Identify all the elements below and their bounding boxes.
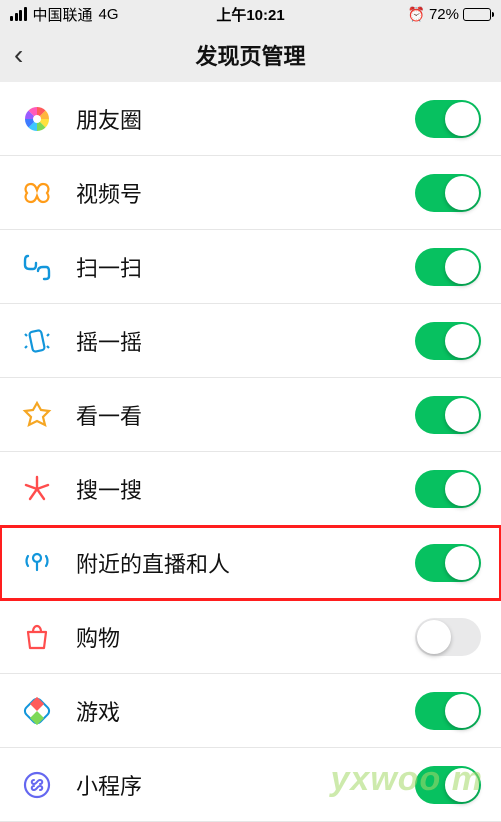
games-icon xyxy=(20,694,54,728)
row-label: 搜一搜 xyxy=(76,473,415,505)
search-icon xyxy=(20,472,54,506)
channels-icon xyxy=(20,176,54,210)
toggle-games[interactable] xyxy=(415,692,481,730)
toggle-scan[interactable] xyxy=(415,248,481,286)
page-title: 发现页管理 xyxy=(195,39,305,71)
status-bar: 中国联通 4G 上午10:21 ⏰ 72% xyxy=(0,0,501,28)
row-label: 朋友圈 xyxy=(76,103,415,135)
clock: 上午10:21 xyxy=(216,4,284,25)
toggle-shopping[interactable] xyxy=(415,618,481,656)
moments-icon xyxy=(20,102,54,136)
row-shopping: 购物 xyxy=(0,600,501,674)
row-games: 游戏 xyxy=(0,674,501,748)
miniprogram-icon xyxy=(20,768,54,802)
nearby-icon xyxy=(20,546,54,580)
signal-icon xyxy=(10,7,27,21)
toggle-channels[interactable] xyxy=(415,174,481,212)
toggle-search[interactable] xyxy=(415,470,481,508)
row-label: 视频号 xyxy=(76,177,415,209)
shopping-icon xyxy=(20,620,54,654)
row-search: 搜一搜 xyxy=(0,452,501,526)
settings-list: 朋友圈 视频号 扫一扫 摇一摇 看一看 搜一搜 xyxy=(0,82,501,822)
row-topstories: 看一看 xyxy=(0,378,501,452)
row-label: 摇一摇 xyxy=(76,325,415,357)
battery-icon xyxy=(463,8,491,21)
toggle-miniprogram[interactable] xyxy=(415,766,481,804)
topstories-icon xyxy=(20,398,54,432)
row-label: 游戏 xyxy=(76,695,415,727)
row-moments: 朋友圈 xyxy=(0,82,501,156)
shake-icon xyxy=(20,324,54,358)
toggle-nearby[interactable] xyxy=(415,544,481,582)
row-nearby: 附近的直播和人 xyxy=(0,526,501,600)
row-label: 看一看 xyxy=(76,399,415,431)
row-label: 小程序 xyxy=(76,769,415,801)
alarm-icon: ⏰ xyxy=(408,6,425,23)
network-label: 4G xyxy=(99,6,119,23)
toggle-moments[interactable] xyxy=(415,100,481,138)
scan-icon xyxy=(20,250,54,284)
battery-pct: 72% xyxy=(429,6,459,23)
back-button[interactable]: ‹ xyxy=(14,41,23,69)
row-label: 附近的直播和人 xyxy=(76,547,415,579)
row-channels: 视频号 xyxy=(0,156,501,230)
nav-bar: ‹ 发现页管理 xyxy=(0,28,501,82)
row-miniprogram: 小程序 xyxy=(0,748,501,822)
row-shake: 摇一摇 xyxy=(0,304,501,378)
row-label: 购物 xyxy=(76,621,415,653)
row-scan: 扫一扫 xyxy=(0,230,501,304)
carrier-label: 中国联通 xyxy=(33,4,93,25)
toggle-shake[interactable] xyxy=(415,322,481,360)
row-label: 扫一扫 xyxy=(76,251,415,283)
toggle-topstories[interactable] xyxy=(415,396,481,434)
